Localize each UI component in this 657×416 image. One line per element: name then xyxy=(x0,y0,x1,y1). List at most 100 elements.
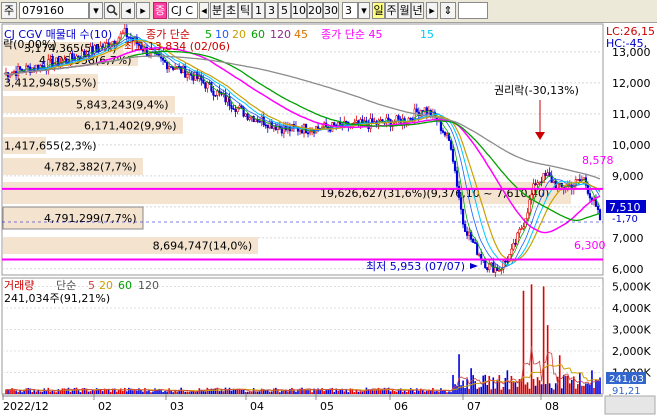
volume-bar xyxy=(230,390,233,394)
volume-bar xyxy=(534,385,537,394)
tab-minute[interactable]: 분 xyxy=(210,2,224,19)
tab-1[interactable]: 1 xyxy=(252,2,265,19)
volume-bar xyxy=(315,390,317,394)
price-legend-ma60: 60 xyxy=(251,28,265,41)
candle-body xyxy=(184,65,187,78)
volume-bar xyxy=(188,391,191,394)
prev-code-icon[interactable]: ◂ xyxy=(121,2,135,19)
tab-second[interactable]: 초 xyxy=(224,2,238,19)
volume-bar xyxy=(395,391,398,394)
volume-bar xyxy=(283,390,285,394)
volume-bar xyxy=(542,286,545,394)
toolbar: 주 079160 ▾ ◂ ▸ 증 CJ C ◂ 분 초 틱 1 3 5 10 2… xyxy=(0,0,657,23)
volume-bar xyxy=(87,391,90,394)
tab-3[interactable]: 3 xyxy=(265,2,278,19)
candle-body xyxy=(510,248,513,255)
tab-5[interactable]: 5 xyxy=(278,2,291,19)
volume-bar xyxy=(172,392,174,394)
candle-body xyxy=(200,75,203,81)
volume-bar xyxy=(478,387,480,394)
tab-10[interactable]: 10 xyxy=(291,2,307,19)
x-tick-label: 07 xyxy=(467,400,481,413)
code-dropdown-icon[interactable]: ▾ xyxy=(89,2,103,19)
candle-body xyxy=(204,82,207,89)
volume-bar xyxy=(589,384,591,394)
volume-bar xyxy=(152,391,154,394)
volume-bar xyxy=(166,391,168,394)
candle-body xyxy=(514,242,517,245)
volume-bar xyxy=(426,391,428,394)
candle-body xyxy=(123,28,126,34)
volume-bar xyxy=(77,390,80,394)
candle-body xyxy=(298,129,302,132)
volume-bar xyxy=(93,391,96,394)
stock-chart[interactable]: 3,174,365(5,1%)4,106,958(6,7%)3,412,948(… xyxy=(0,22,657,416)
next-code-icon[interactable]: ▸ xyxy=(136,2,150,19)
volume-bar xyxy=(323,391,325,394)
volume-bar xyxy=(256,391,259,394)
candle-body xyxy=(528,199,531,214)
candle-body xyxy=(113,40,116,45)
volume-bar xyxy=(571,379,573,394)
volume-bar xyxy=(438,391,440,394)
volume-bar xyxy=(430,390,432,394)
high-label: 최고 13,834 (02/06) xyxy=(124,40,230,53)
volume-bar xyxy=(514,382,517,394)
count-dropdown-icon[interactable]: ▾ xyxy=(358,2,370,19)
count-input[interactable]: 3 xyxy=(342,2,358,19)
candle-body xyxy=(12,71,16,73)
price-tick-label: 10,000 xyxy=(612,139,651,152)
tab-tick[interactable]: 틱 xyxy=(238,2,252,19)
volume-bar xyxy=(593,387,595,394)
magnifier-icon[interactable] xyxy=(104,2,120,19)
candle-body xyxy=(520,228,523,230)
candle-body xyxy=(178,65,181,68)
candle-body xyxy=(35,64,38,71)
volume-bar xyxy=(55,392,58,394)
volume-bar xyxy=(246,391,249,394)
volume-bar xyxy=(222,391,225,394)
volume-bar xyxy=(331,387,334,394)
candle-body xyxy=(41,65,44,67)
stock-code-input[interactable]: 079160 xyxy=(19,2,89,19)
volume-bar xyxy=(548,383,551,394)
volume-bar xyxy=(186,391,189,394)
tab-30[interactable]: 30 xyxy=(323,2,339,19)
candle-body xyxy=(214,94,217,97)
volume-bar xyxy=(357,391,360,394)
candle-body xyxy=(534,183,537,186)
mode-select[interactable]: 주 xyxy=(1,2,17,19)
volume-bar xyxy=(538,380,541,394)
volume-bar xyxy=(424,391,426,394)
candle-body xyxy=(19,66,22,70)
candle-body xyxy=(345,120,348,123)
tab-week[interactable]: 주 xyxy=(385,2,398,19)
volume-bar xyxy=(460,385,462,394)
volume-bar xyxy=(170,390,172,394)
volume-bar xyxy=(361,391,364,394)
volume-bar xyxy=(526,382,529,394)
stock-name-value: CJ C xyxy=(171,4,194,17)
volume-bar xyxy=(75,387,78,394)
horizontal-scrollbar[interactable] xyxy=(604,395,656,415)
tab-day[interactable]: 일 xyxy=(372,2,385,19)
price-tick-label: 7,000 xyxy=(612,232,644,245)
volume-bar xyxy=(33,390,36,394)
volume-profile-label: 8,694,747(14,0%) xyxy=(153,240,253,253)
tab-20[interactable]: 20 xyxy=(307,2,323,19)
x-tick-label: 08 xyxy=(545,400,559,413)
volume-bar xyxy=(562,374,565,394)
tab-next-icon[interactable]: ▸ xyxy=(426,2,438,19)
candle-body xyxy=(119,33,122,39)
candle-body xyxy=(548,172,551,176)
price-tick-label: 13,000 xyxy=(612,46,651,59)
tab-year[interactable]: 년 xyxy=(411,2,424,19)
updown-icon[interactable]: ⇕ xyxy=(440,2,456,19)
candle-body xyxy=(476,242,479,255)
stock-name-field[interactable]: CJ C xyxy=(168,2,198,19)
x-axis: 2022/120203040506070808/23 xyxy=(2,394,646,413)
date-input[interactable] xyxy=(458,2,488,19)
period-prev-icon[interactable]: ◂ xyxy=(199,2,209,19)
tab-month[interactable]: 월 xyxy=(398,2,411,19)
volume-bar xyxy=(347,392,350,394)
